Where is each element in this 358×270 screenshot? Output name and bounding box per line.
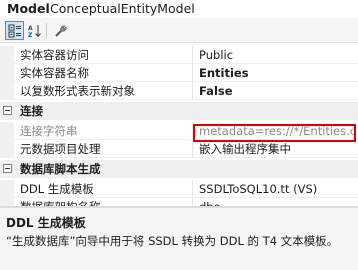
- alphabetical-icon: A Z: [28, 24, 41, 38]
- property-value[interactable]: SSDLToSQL10.tt (VS): [193, 180, 358, 198]
- property-row-entity-container-name[interactable]: 实体容器名称 Entities: [0, 64, 358, 82]
- property-row-pluralize-new-objects[interactable]: 以复数形式表示新对象 False: [0, 82, 358, 100]
- svg-text:A: A: [28, 25, 33, 32]
- property-value[interactable]: dbo: [193, 198, 358, 206]
- category-connection[interactable]: 连接: [0, 102, 358, 120]
- category-label: 数据库脚本生成: [20, 162, 101, 176]
- description-title: DDL 生成模板: [6, 216, 86, 230]
- property-row-entity-container-access[interactable]: 实体容器访问 Public: [0, 46, 358, 64]
- property-row-database-schema-name[interactable]: 数据库架构名称 dbo: [0, 198, 358, 206]
- property-pages-icon: [54, 25, 66, 37]
- property-pages-button[interactable]: [51, 21, 70, 40]
- description-panel: DDL 生成模板 “生成数据库”向导中用于将 SSDL 转换为 DDL 的 T4…: [0, 208, 358, 270]
- object-name-label: ConceptualEntityModel: [50, 1, 195, 16]
- property-grid: 实体容器访问 Public 实体容器名称 Entities 以复数形式表示新对象…: [0, 44, 358, 206]
- collapse-icon[interactable]: [3, 164, 12, 173]
- object-kind-label: Model: [7, 1, 50, 16]
- property-name: 以复数形式表示新对象: [14, 82, 193, 100]
- property-value[interactable]: 嵌入输出程序集中: [193, 140, 358, 158]
- category-database-script-generation[interactable]: 数据库脚本生成: [0, 160, 358, 178]
- property-name: 实体容器访问: [14, 46, 193, 64]
- property-name: DDL 生成模板: [14, 180, 193, 198]
- property-value[interactable]: metadata=res://*/Entities.c: [193, 122, 358, 140]
- collapse-icon[interactable]: [3, 106, 12, 115]
- property-row-connection-string[interactable]: 连接字符串 metadata=res://*/Entities.c: [0, 122, 358, 140]
- category-label: 连接: [20, 104, 43, 118]
- property-value[interactable]: Public: [193, 46, 358, 64]
- categorized-button[interactable]: [5, 21, 24, 40]
- alphabetical-button[interactable]: A Z: [25, 21, 44, 40]
- description-text: “生成数据库”向导中用于将 SSDL 转换为 DDL 的 T4 文本模板。: [6, 234, 339, 248]
- property-name: 实体容器名称: [14, 64, 193, 82]
- property-row-metadata-artifact-processing[interactable]: 元数据项目处理 嵌入输出程序集中: [0, 140, 358, 158]
- property-value[interactable]: Entities: [193, 64, 358, 82]
- property-row-ddl-generation-template[interactable]: DDL 生成模板 SSDLToSQL10.tt (VS): [0, 180, 358, 198]
- property-name: 数据库架构名称: [14, 198, 193, 206]
- properties-toolbar: A Z: [0, 18, 358, 43]
- property-value[interactable]: False: [193, 82, 358, 100]
- categorized-icon: [8, 24, 21, 37]
- toolbar-separator: [46, 23, 47, 38]
- svg-text:Z: Z: [28, 32, 33, 38]
- property-name: 连接字符串: [14, 122, 193, 140]
- properties-header: Model ConceptualEntityModel: [0, 0, 358, 18]
- property-name: 元数据项目处理: [14, 140, 193, 158]
